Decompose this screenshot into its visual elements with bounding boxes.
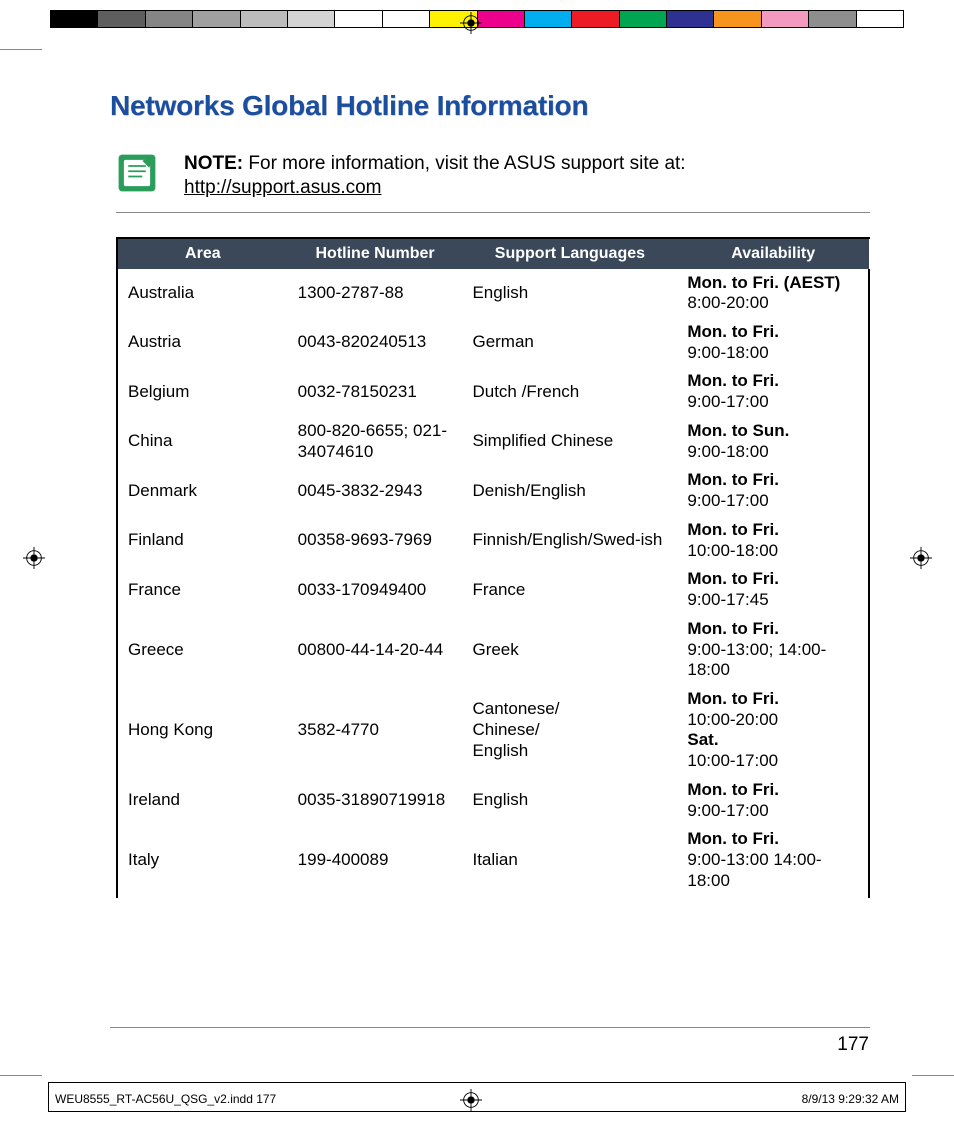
cell-hotline-number: 0043-820240513: [288, 318, 463, 367]
cell-availability: Mon. to Fri.10:00-18:00: [677, 516, 869, 565]
cell-hotline-number: 0035-31890719918: [288, 776, 463, 825]
hotline-table: Area Hotline Number Support Languages Av…: [116, 237, 870, 898]
table-row: Italy199-400089ItalianMon. to Fri.9:00-1…: [118, 825, 869, 897]
table-header-row: Area Hotline Number Support Languages Av…: [118, 239, 869, 269]
table-row: Australia1300-2787-88EnglishMon. to Fri.…: [118, 269, 869, 318]
note-icon: [116, 152, 158, 194]
cell-availability: Mon. to Fri.9:00-17:45: [677, 565, 869, 614]
cell-languages: English: [462, 776, 677, 825]
cell-languages: Finnish/English/Swed-ish: [462, 516, 677, 565]
cell-hotline-number: 199-400089: [288, 825, 463, 897]
table-row: Greece00800-44-14-20-44GreekMon. to Fri.…: [118, 615, 869, 685]
page-title: Networks Global Hotline Information: [110, 90, 870, 122]
note-label: NOTE:: [184, 153, 243, 174]
table-row: Ireland0035-31890719918EnglishMon. to Fr…: [118, 776, 869, 825]
crop-mark: [0, 49, 42, 50]
cell-area: France: [118, 565, 288, 614]
th-availability: Availability: [677, 239, 869, 269]
table-row: France0033-170949400FranceMon. to Fri.9:…: [118, 565, 869, 614]
cell-area: Australia: [118, 269, 288, 318]
cell-hotline-number: 3582-4770: [288, 685, 463, 776]
cell-availability: Mon. to Sun.9:00-18:00: [677, 417, 869, 466]
table-row: Hong Kong3582-4770Cantonese/Chinese/Engl…: [118, 685, 869, 776]
th-area: Area: [118, 239, 288, 269]
cell-area: Denmark: [118, 466, 288, 515]
cell-area: Hong Kong: [118, 685, 288, 776]
cell-languages: Denish/English: [462, 466, 677, 515]
cell-area: Italy: [118, 825, 288, 897]
cell-area: Finland: [118, 516, 288, 565]
cell-languages: English: [462, 269, 677, 318]
cell-availability: Mon. to Fri. (AEST)8:00-20:00: [677, 269, 869, 318]
table-row: Austria0043-820240513GermanMon. to Fri.9…: [118, 318, 869, 367]
table-row: Belgium0032-78150231Dutch /FrenchMon. to…: [118, 367, 869, 416]
cell-hotline-number: 00800-44-14-20-44: [288, 615, 463, 685]
slug-timestamp: 8/9/13 9:29:32 AM: [802, 1092, 899, 1106]
cell-languages: Italian: [462, 825, 677, 897]
cell-area: Greece: [118, 615, 288, 685]
cell-hotline-number: 00358-9693-7969: [288, 516, 463, 565]
cell-hotline-number: 0033-170949400: [288, 565, 463, 614]
cell-languages: Dutch /French: [462, 367, 677, 416]
table-row: Finland00358-9693-7969Finnish/English/Sw…: [118, 516, 869, 565]
table-row: China800-820-6655; 021-34074610Simplifie…: [118, 417, 869, 466]
registration-mark-icon: [23, 547, 45, 569]
cell-languages: German: [462, 318, 677, 367]
registration-mark-icon: [460, 12, 482, 34]
cell-availability: Mon. to Fri.9:00-13:00 14:00- 18:00: [677, 825, 869, 897]
cell-hotline-number: 0045-3832-2943: [288, 466, 463, 515]
cell-languages: France: [462, 565, 677, 614]
cell-area: Belgium: [118, 367, 288, 416]
cell-availability: Mon. to Fri.9:00-13:00; 14:00-18:00: [677, 615, 869, 685]
cell-hotline-number: 800-820-6655; 021-34074610: [288, 417, 463, 466]
cell-availability: Mon. to Fri.9:00-18:00: [677, 318, 869, 367]
note-text: NOTE: For more information, visit the AS…: [184, 152, 686, 200]
cell-area: Ireland: [118, 776, 288, 825]
cell-languages: Simplified Chinese: [462, 417, 677, 466]
table-row: Denmark0045-3832-2943Denish/EnglishMon. …: [118, 466, 869, 515]
cell-availability: Mon. to Fri.10:00-20:00Sat.10:00-17:00: [677, 685, 869, 776]
footer-rule: [110, 1027, 870, 1028]
note-body: For more information, visit the ASUS sup…: [248, 153, 685, 174]
cell-area: China: [118, 417, 288, 466]
table-body: Australia1300-2787-88EnglishMon. to Fri.…: [118, 269, 869, 898]
slug-footer: WEU8555_RT-AC56U_QSG_v2.indd 177 8/9/13 …: [55, 1092, 899, 1106]
registration-mark-icon: [910, 547, 932, 569]
crop-mark: [912, 1075, 954, 1076]
cell-availability: Mon. to Fri.9:00-17:00: [677, 466, 869, 515]
th-hotline-number: Hotline Number: [288, 239, 463, 269]
cell-availability: Mon. to Fri.9:00-17:00: [677, 776, 869, 825]
cell-languages: Greek: [462, 615, 677, 685]
cell-availability: Mon. to Fri.9:00-17:00: [677, 367, 869, 416]
crop-mark: [0, 1075, 42, 1076]
cell-area: Austria: [118, 318, 288, 367]
slug-filename: WEU8555_RT-AC56U_QSG_v2.indd 177: [55, 1092, 276, 1106]
cell-hotline-number: 1300-2787-88: [288, 269, 463, 318]
support-link[interactable]: http://support.asus.com: [184, 177, 382, 198]
note-block: NOTE: For more information, visit the AS…: [116, 152, 870, 213]
cell-hotline-number: 0032-78150231: [288, 367, 463, 416]
page-number: 177: [837, 1034, 869, 1056]
th-support-languages: Support Languages: [462, 239, 677, 269]
cell-languages: Cantonese/Chinese/English: [462, 685, 677, 776]
page-content: Networks Global Hotline Information NOTE…: [110, 90, 870, 898]
